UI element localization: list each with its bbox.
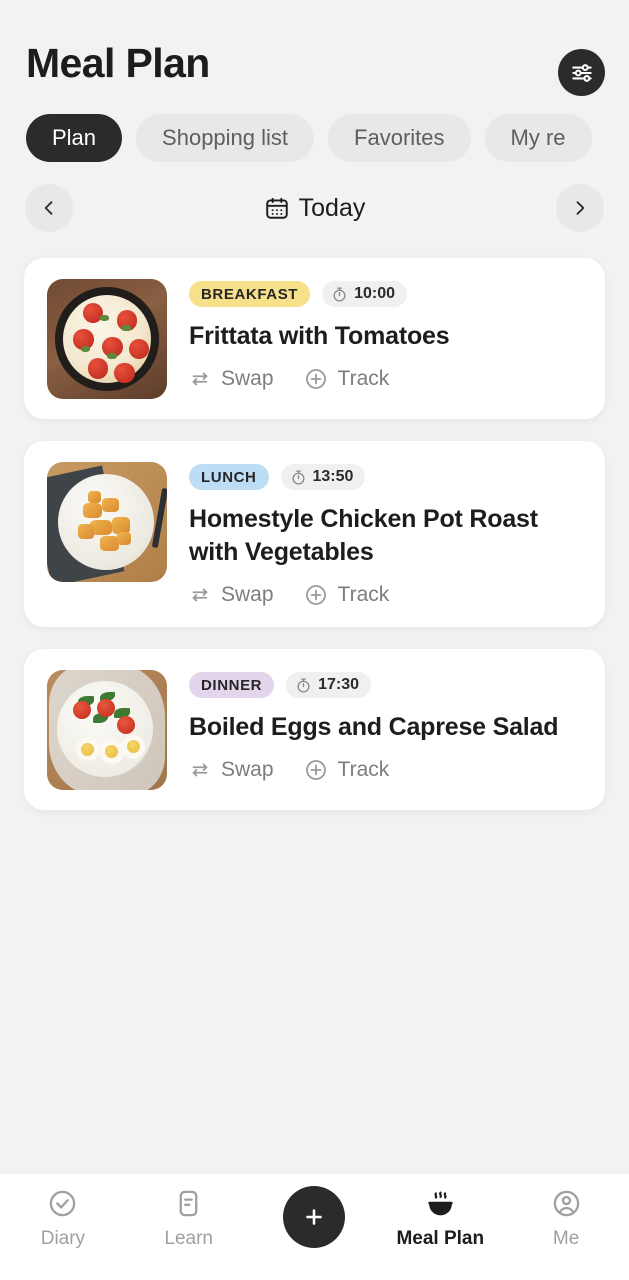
meal-time: 10:00 (354, 285, 395, 302)
meal-type-badge: LUNCH (189, 464, 269, 490)
meal-title: Boiled Eggs and Caprese Salad (189, 713, 559, 741)
nav-item-meal-plan[interactable]: Meal Plan (377, 1188, 503, 1250)
meal-time-pill: 17:30 (286, 672, 372, 698)
check-circle-icon (50, 1190, 76, 1217)
date-navigation: Today (0, 162, 629, 232)
track-button[interactable]: Track (304, 758, 390, 782)
pot-roast-plate-photo (47, 462, 167, 582)
plus-circle-icon (305, 369, 326, 389)
swap-button[interactable]: Swap (189, 367, 274, 391)
meal-time-pill: 13:50 (280, 464, 366, 490)
header: Meal Plan (0, 0, 629, 96)
nav-label-me: Me (552, 1228, 580, 1249)
plus-circle-icon (305, 760, 326, 780)
meal-actions: Swap Track (189, 758, 585, 782)
settings-button[interactable] (558, 49, 605, 96)
swap-arrows-icon (192, 763, 208, 777)
meal-thumbnail (47, 279, 167, 399)
meal-meta: DINNER 17:30 (189, 672, 585, 698)
meal-details: LUNCH 13:50 Homestyle Chicken Pot Roast … (189, 462, 585, 607)
meal-thumbnail (47, 670, 167, 790)
nav-item-me[interactable]: Me (503, 1188, 629, 1250)
meal-time-pill: 10:00 (322, 281, 407, 307)
meal-card-lunch[interactable]: LUNCH 13:50 Homestyle Chicken Pot Roast … (24, 441, 605, 627)
frittata-skillet-photo (47, 279, 167, 399)
swap-label: Swap (221, 758, 274, 781)
meal-time: 17:30 (318, 676, 360, 693)
nav-label-meal-plan: Meal Plan (396, 1228, 485, 1249)
swap-label: Swap (221, 367, 274, 390)
steaming-bowl-icon (428, 1191, 453, 1216)
bottom-navigation: Diary Learn Meal Plan Me (0, 1174, 629, 1280)
swap-label: Swap (221, 583, 274, 606)
nav-item-add[interactable] (252, 1186, 378, 1257)
nav-label-diary: Diary (40, 1228, 86, 1249)
tab-shopping-list[interactable]: Shopping list (136, 114, 315, 162)
meal-actions: Swap Track (189, 583, 585, 607)
app-screen: Meal Plan Plan Shopping list Favorites M… (0, 0, 629, 1280)
plus-icon (306, 1209, 323, 1225)
swap-button[interactable]: Swap (189, 758, 274, 782)
swap-arrows-icon (192, 588, 208, 602)
meal-meta: BREAKFAST 10:00 (189, 281, 585, 307)
swap-arrows-icon (192, 372, 208, 386)
person-circle-icon (553, 1190, 579, 1217)
meal-title: Homestyle Chicken Pot Roast with Vegetab… (189, 505, 538, 566)
track-label: Track (337, 758, 390, 781)
meal-details: DINNER 17:30 Boiled Eggs and Caprese Sal… (189, 670, 585, 790)
calendar-icon (265, 197, 288, 219)
track-button[interactable]: Track (304, 583, 390, 607)
tab-favorites[interactable]: Favorites (328, 114, 471, 162)
previous-day-button[interactable] (25, 184, 73, 232)
meal-time: 13:50 (312, 468, 354, 485)
chevron-left-icon (44, 201, 53, 215)
page-title: Meal Plan (26, 40, 210, 86)
meal-type-badge: DINNER (189, 672, 275, 698)
meal-list: BREAKFAST 10:00 Frittata with Tomatoes S… (0, 232, 629, 1280)
stopwatch-icon (297, 677, 310, 693)
meal-thumbnail (47, 462, 167, 582)
nav-label-learn: Learn (164, 1228, 213, 1249)
add-button[interactable] (283, 1186, 346, 1248)
track-button[interactable]: Track (304, 367, 390, 391)
caprese-salad-photo (47, 670, 167, 790)
plus-circle-icon (305, 585, 326, 605)
tab-bar[interactable]: Plan Shopping list Favorites My re (0, 96, 629, 162)
meal-actions: Swap Track (189, 367, 585, 391)
meal-details: BREAKFAST 10:00 Frittata with Tomatoes S… (189, 279, 585, 399)
stopwatch-icon (333, 286, 346, 302)
meal-type-badge: BREAKFAST (189, 281, 311, 307)
meal-card-breakfast[interactable]: BREAKFAST 10:00 Frittata with Tomatoes S… (24, 258, 605, 419)
nav-item-learn[interactable]: Learn (126, 1188, 252, 1250)
track-label: Track (337, 367, 390, 390)
sliders-icon (571, 63, 592, 82)
swap-button[interactable]: Swap (189, 583, 274, 607)
stopwatch-icon (292, 469, 304, 485)
chevron-right-icon (576, 201, 585, 215)
nav-item-diary[interactable]: Diary (0, 1188, 126, 1250)
track-label: Track (337, 583, 390, 606)
date-label: Today (298, 193, 366, 222)
tab-plan[interactable]: Plan (26, 114, 123, 162)
next-day-button[interactable] (556, 184, 604, 232)
document-icon (179, 1190, 198, 1217)
meal-card-dinner[interactable]: DINNER 17:30 Boiled Eggs and Caprese Sal… (24, 649, 605, 810)
meal-meta: LUNCH 13:50 (189, 464, 585, 490)
meal-title: Frittata with Tomatoes (189, 322, 450, 350)
tab-my-recipes[interactable]: My re (484, 114, 592, 162)
today-selector[interactable]: Today (264, 193, 366, 223)
